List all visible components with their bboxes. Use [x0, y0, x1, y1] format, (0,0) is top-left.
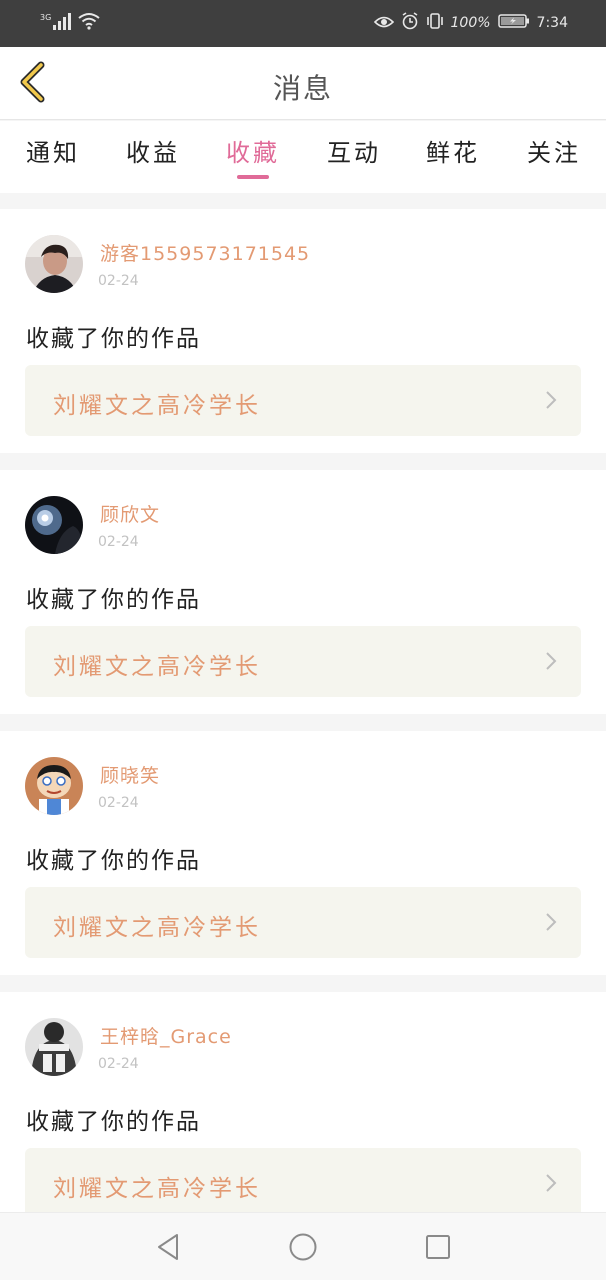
status-left: 3G: [40, 12, 100, 34]
tab-label: 收藏: [226, 139, 280, 167]
clock: 7:34: [536, 15, 568, 31]
avatar[interactable]: [25, 496, 83, 554]
timestamp: 02-24: [98, 273, 139, 289]
vibrate-icon: [426, 12, 444, 34]
tab-earnings[interactable]: 收益: [113, 133, 193, 183]
work-title: 刘耀文之高冷学长: [53, 393, 261, 419]
active-tab-indicator: [237, 175, 269, 179]
page-title: 消息: [272, 72, 333, 105]
alarm-icon: [401, 12, 419, 34]
work-title: 刘耀文之高冷学长: [53, 654, 261, 680]
action-text: 收藏了你的作品: [26, 848, 201, 874]
network-type: 3G: [40, 12, 52, 22]
chevron-right-icon: [545, 1173, 557, 1197]
username[interactable]: 顾晓笑: [100, 761, 160, 788]
home-circle-icon[interactable]: [287, 1231, 319, 1263]
back-triangle-icon[interactable]: [152, 1231, 184, 1263]
work-link[interactable]: 刘耀文之高冷学长: [25, 887, 581, 958]
username[interactable]: 王梓晗_Grace: [100, 1022, 232, 1049]
tab-label: 收益: [126, 139, 180, 167]
battery-percent: 100%: [450, 15, 491, 31]
avatar[interactable]: [25, 757, 83, 815]
tab-flowers[interactable]: 鲜花: [413, 133, 493, 183]
tab-favorites[interactable]: 收藏: [213, 133, 293, 183]
work-title: 刘耀文之高冷学长: [53, 915, 261, 941]
eye-icon: [373, 14, 394, 33]
status-right: 100% 7:34: [373, 12, 568, 34]
tab-following[interactable]: 关注: [514, 133, 594, 183]
work-title: 刘耀文之高冷学长: [53, 1176, 261, 1202]
username[interactable]: 顾欣文: [100, 500, 160, 527]
notification-card: 游客15595731​7​1545 02-24 收藏了你的作品 刘耀文之高冷学长: [0, 209, 606, 453]
header: 消息: [0, 47, 606, 120]
chevron-right-icon: [545, 651, 557, 675]
tab-label: 关注: [527, 139, 581, 167]
notification-card: 王梓晗_Grace 02-24 收藏了你的作品 刘耀文之高冷学长: [0, 992, 606, 1236]
timestamp: 02-24: [98, 1056, 139, 1072]
chevron-right-icon: [545, 390, 557, 414]
avatar[interactable]: [25, 1018, 83, 1076]
action-text: 收藏了你的作品: [26, 1109, 201, 1135]
avatar[interactable]: [25, 235, 83, 293]
battery-icon: [497, 13, 530, 33]
work-link[interactable]: 刘耀文之高冷学长: [25, 1148, 581, 1219]
system-nav-bar: [0, 1212, 606, 1280]
signal-icon: [52, 12, 72, 34]
tab-label: 鲜花: [426, 139, 480, 167]
tab-bar: 通知 收益 收藏 互动 鲜花 关注: [0, 121, 606, 193]
tab-notifications[interactable]: 通知: [13, 133, 93, 183]
notification-card: 顾晓笑 02-24 收藏了你的作品 刘耀文之高冷学长: [0, 731, 606, 975]
work-link[interactable]: 刘耀文之高冷学长: [25, 626, 581, 697]
wifi-icon: [78, 12, 100, 34]
timestamp: 02-24: [98, 534, 139, 550]
timestamp: 02-24: [98, 795, 139, 811]
tab-interactions[interactable]: 互动: [314, 133, 394, 183]
action-text: 收藏了你的作品: [26, 326, 201, 352]
work-link[interactable]: 刘耀文之高冷学长: [25, 365, 581, 436]
recents-square-icon[interactable]: [422, 1231, 454, 1263]
chevron-right-icon: [545, 912, 557, 936]
tab-label: 互动: [327, 139, 381, 167]
status-bar: 3G 100% 7:34: [0, 0, 606, 47]
tab-label: 通知: [26, 139, 80, 167]
action-text: 收藏了你的作品: [26, 587, 201, 613]
username[interactable]: 游客15595731​7​1545: [100, 239, 310, 266]
notification-card: 顾欣文 02-24 收藏了你的作品 刘耀文之高冷学长: [0, 470, 606, 714]
